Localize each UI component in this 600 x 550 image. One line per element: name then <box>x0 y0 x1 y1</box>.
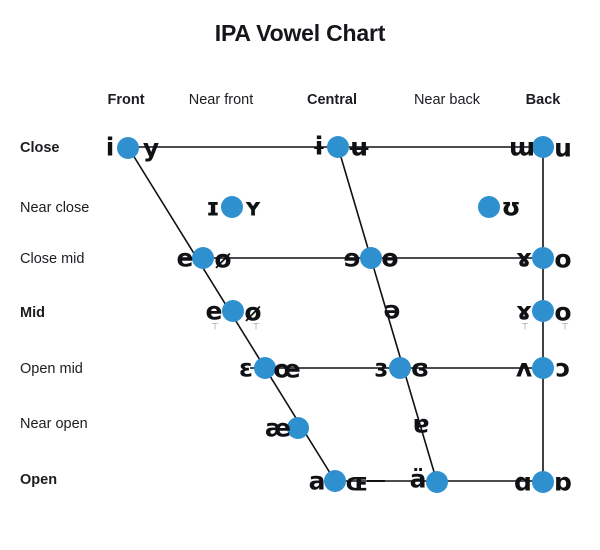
close-front-unrounded[interactable]: i <box>106 135 115 160</box>
openmid-central-unrounded[interactable]: ɜ <box>374 356 388 381</box>
openmid-back-unrounded[interactable]: ʌ <box>516 356 532 381</box>
open-front-rounded[interactable]: ɶ <box>346 470 369 495</box>
close-central-unrounded[interactable]: ɨ <box>312 134 326 159</box>
nearclose-back-rounded[interactable]: ʊ <box>501 195 520 220</box>
dot-open-back[interactable] <box>532 471 554 493</box>
closemid-front-rounded[interactable]: ø <box>214 247 231 272</box>
open-back-unrounded[interactable]: ɑ <box>514 470 532 495</box>
row-label-mid: Mid <box>20 305 45 321</box>
row-label-open-mid: Open mid <box>20 361 83 377</box>
column-header-back: Back <box>525 92 561 108</box>
mid-front-rounded[interactable]: ø <box>244 300 261 325</box>
closemid-back-rounded[interactable]: o <box>554 247 571 272</box>
closemid-back-unrounded[interactable]: ɤ <box>516 246 532 271</box>
dot-closemid-front[interactable] <box>192 247 214 269</box>
column-header-near-back: Near back <box>413 92 481 108</box>
dot-close-back[interactable] <box>532 136 554 158</box>
column-header-central: Central <box>307 92 357 108</box>
mid-central-unrounded[interactable]: ə <box>384 298 401 323</box>
dot-closemid-back[interactable] <box>532 247 554 269</box>
column-header-near-front: Near front <box>188 92 254 108</box>
mid-back-rounded[interactable]: o <box>554 300 571 325</box>
closemid-front-unrounded[interactable]: e <box>177 246 194 271</box>
dot-open-central[interactable] <box>426 471 448 493</box>
dot-nearclose-front[interactable] <box>221 196 243 218</box>
row-label-open: Open <box>20 472 58 488</box>
page-title: IPA Vowel Chart <box>214 20 386 46</box>
dot-openmid-back[interactable] <box>532 357 554 379</box>
dot-openmid-central[interactable] <box>389 357 411 379</box>
nearopen-front-unrounded[interactable]: æ <box>265 416 291 441</box>
dot-close-central[interactable] <box>327 136 349 158</box>
close-back-rounded[interactable]: u <box>554 136 572 161</box>
openmid-front-rounded[interactable]: œ <box>273 357 300 382</box>
dot-open-front[interactable] <box>324 470 346 492</box>
ipa-vowel-chart: IPA Vowel Chart Front Near front Central… <box>0 0 600 550</box>
row-label-close-mid: Close mid <box>20 251 85 267</box>
dot-nearclose-back[interactable] <box>478 196 500 218</box>
mid-front-unrounded[interactable]: e <box>206 299 223 324</box>
lowering-mid-front-rounded-icon: ⊤ <box>252 322 260 333</box>
dot-closemid-central[interactable] <box>360 247 382 269</box>
open-central-unrounded[interactable]: ä <box>410 467 427 492</box>
nearopen-central-unrounded[interactable]: ɐ <box>413 412 430 437</box>
openmid-back-rounded[interactable]: ɔ <box>556 356 571 381</box>
dot-mid-front[interactable] <box>222 300 244 322</box>
closemid-central-rounded[interactable]: ɵ <box>381 246 398 271</box>
row-label-close: Close <box>20 140 60 156</box>
mid-back-unrounded[interactable]: ɤ <box>516 299 532 324</box>
close-front-rounded[interactable]: y <box>143 136 159 161</box>
dot-close-front[interactable] <box>117 137 139 159</box>
nearclose-front-rounded[interactable]: ʏ <box>244 195 262 220</box>
openmid-central-rounded[interactable]: ɞ <box>411 356 429 381</box>
closemid-central-unrounded[interactable]: ɘ <box>344 246 361 271</box>
lowering-mid-back-rounded-icon: ⊤ <box>561 322 569 333</box>
openmid-front-unrounded[interactable]: ɛ <box>239 356 253 381</box>
nearclose-front-unrounded[interactable]: ɪ <box>206 195 220 220</box>
open-row-connector <box>367 480 385 482</box>
lowering-mid-front-unrounded-icon: ⊤ <box>211 322 219 333</box>
row-label-near-open: Near open <box>20 416 88 432</box>
lowering-mid-back-unrounded-icon: ⊤ <box>521 322 529 333</box>
close-back-unrounded[interactable]: ɯ <box>509 135 535 160</box>
open-front-unrounded[interactable]: a <box>309 469 326 494</box>
vowel-trapezoid-lines <box>127 146 544 483</box>
dot-mid-back[interactable] <box>532 300 554 322</box>
close-central-rounded[interactable]: ʉ <box>347 135 370 160</box>
row-label-near-close: Near close <box>20 200 90 216</box>
column-header-front: Front <box>107 92 145 108</box>
open-back-rounded[interactable]: ɒ <box>554 470 572 495</box>
